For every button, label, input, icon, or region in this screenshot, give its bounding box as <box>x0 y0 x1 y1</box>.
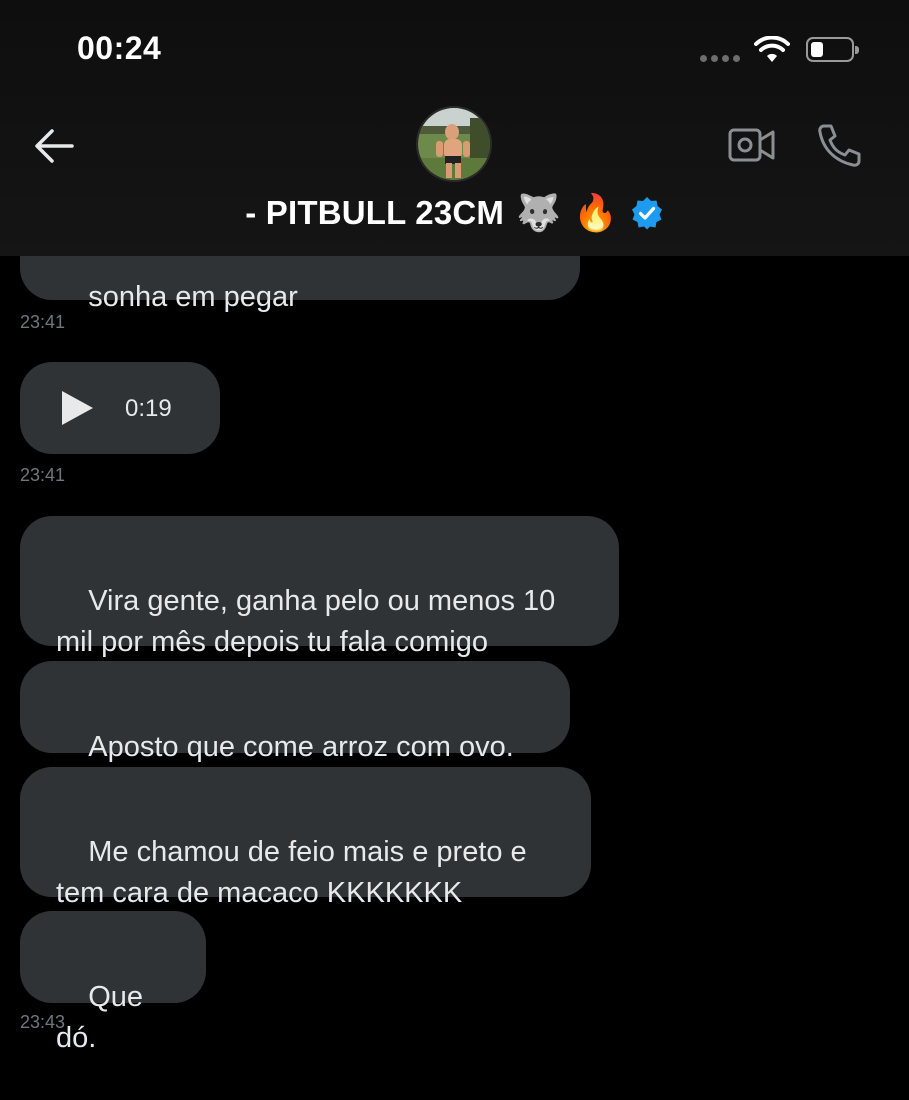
avatar-image <box>418 108 490 180</box>
message-timestamp: 23:43 <box>20 1012 66 1032</box>
audio-message[interactable]: 0:19 <box>20 362 220 454</box>
fire-emoji: 🔥 <box>572 192 618 233</box>
verified-badge-icon <box>631 197 662 230</box>
cellular-signal-icon <box>700 55 740 62</box>
back-arrow-icon[interactable] <box>32 126 76 166</box>
play-icon[interactable] <box>62 391 93 425</box>
battery-icon <box>806 37 859 62</box>
phone-icon[interactable] <box>815 122 863 168</box>
conversation-title[interactable]: - PITBULL 23CM 🐺 🔥 <box>0 193 909 233</box>
message-bubble[interactable]: Que dó. <box>20 911 206 1054</box>
message-timestamp: 23:41 <box>20 465 66 485</box>
status-time: 00:24 <box>77 30 162 66</box>
message-text: Que dó. <box>56 981 152 1054</box>
message-text: Me chamou de feio mais e preto e tem car… <box>56 836 527 909</box>
message-bubble[interactable]: Vira gente, ganha pelo ou menos 10 mil p… <box>20 516 619 658</box>
message-text: sonha em pegar <box>88 281 298 313</box>
wolf-emoji: 🐺 <box>516 192 561 233</box>
message-bubble[interactable]: Me chamou de feio mais e preto e tem car… <box>20 767 591 909</box>
audio-duration: 0:19 <box>125 394 172 422</box>
message-timestamp: 23:41 <box>20 312 66 332</box>
contact-name: - PITBULL 23CM <box>245 194 505 231</box>
message-text: Aposto que come arroz com ovo. <box>88 731 514 763</box>
avatar[interactable] <box>416 106 492 182</box>
conversation-header: 00:24 - PITBULL 23CM 🐺 🔥 <box>0 0 909 256</box>
wifi-icon <box>754 36 790 62</box>
video-call-icon[interactable] <box>727 124 777 166</box>
message-bubble[interactable]: Aposto que come arroz com ovo. <box>20 661 570 763</box>
message-text: Vira gente, ganha pelo ou menos 10 mil p… <box>56 585 556 658</box>
